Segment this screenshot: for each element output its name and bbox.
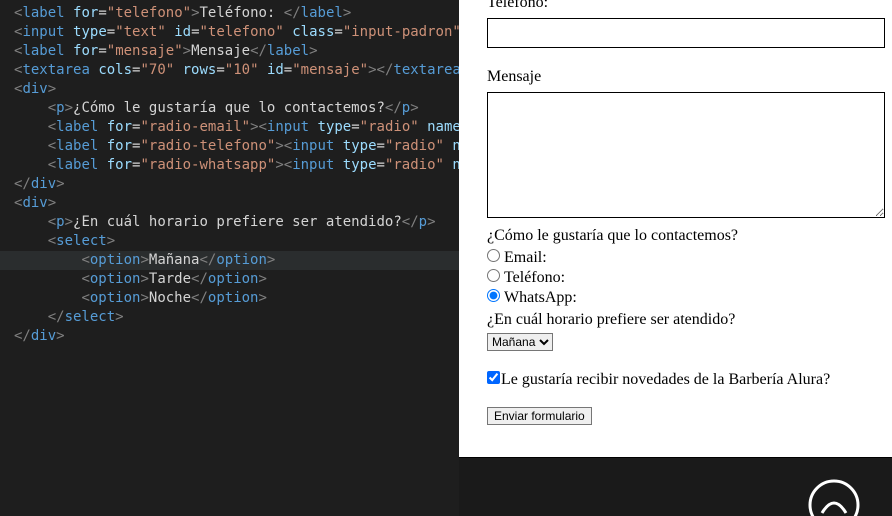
code-line[interactable]: <p>¿En cuál horario prefiere ser atendid… <box>0 213 459 232</box>
code-line[interactable]: <label for="mensaje">Mensaje</label> <box>0 42 459 61</box>
code-line[interactable]: <option>Mañana</option> <box>0 251 459 270</box>
radio-email[interactable] <box>487 249 500 262</box>
code-line[interactable]: <label for="radio-email"><input type="ra… <box>0 118 459 137</box>
code-line[interactable]: </select> <box>0 308 459 327</box>
radio-telefono-row[interactable]: Teléfono: <box>487 269 888 287</box>
telefono-input[interactable] <box>487 18 885 48</box>
logo-icon <box>808 479 860 516</box>
radio-email-row[interactable]: Email: <box>487 249 888 267</box>
code-line[interactable]: <textarea cols="70" rows="10" id="mensaj… <box>0 61 459 80</box>
code-line[interactable]: <option>Noche</option> <box>0 289 459 308</box>
code-line[interactable]: </div> <box>0 175 459 194</box>
page-footer <box>459 457 892 516</box>
newsletter-row[interactable]: Le gustaría recibir novedades de la Barb… <box>487 371 830 388</box>
radio-whatsapp[interactable] <box>487 289 500 302</box>
radio-whatsapp-label: WhatsApp: <box>504 289 577 306</box>
submit-button[interactable]: Enviar formulario <box>487 407 592 425</box>
newsletter-label: Le gustaría recibir novedades de la Barb… <box>501 371 830 388</box>
browser-preview: Teléfono: Mensaje ¿Cómo le gustaría que … <box>459 0 892 516</box>
code-line[interactable]: <label for="radio-telefono"><input type=… <box>0 137 459 156</box>
code-line[interactable]: <option>Tarde</option> <box>0 270 459 289</box>
radio-whatsapp-row[interactable]: WhatsApp: <box>487 289 888 307</box>
radio-telefono-label: Teléfono: <box>504 269 565 286</box>
code-line[interactable]: </div> <box>0 327 459 346</box>
newsletter-checkbox[interactable] <box>487 371 500 384</box>
mensaje-textarea[interactable] <box>487 92 885 218</box>
code-line[interactable]: <label for="radio-whatsapp"><input type=… <box>0 156 459 175</box>
code-line[interactable]: <div> <box>0 194 459 213</box>
horario-question: ¿En cuál horario prefiere ser atendido? <box>487 311 888 329</box>
code-line[interactable]: <p>¿Cómo le gustaría que lo contactemos?… <box>0 99 459 118</box>
code-line[interactable]: <input type="text" id="telefono" class="… <box>0 23 459 42</box>
radio-telefono[interactable] <box>487 269 500 282</box>
telefono-label: Teléfono: <box>487 0 888 12</box>
radio-email-label: Email: <box>504 249 547 266</box>
code-line[interactable]: <div> <box>0 80 459 99</box>
code-line[interactable]: <label for="telefono">Teléfono: </label> <box>0 4 459 23</box>
horario-select[interactable]: Mañana <box>487 333 553 351</box>
code-line[interactable]: <select> <box>0 232 459 251</box>
code-editor[interactable]: <label for="telefono">Teléfono: </label>… <box>0 0 459 516</box>
mensaje-label: Mensaje <box>487 68 888 86</box>
contact-question: ¿Cómo le gustaría que lo contactemos? <box>487 227 888 245</box>
